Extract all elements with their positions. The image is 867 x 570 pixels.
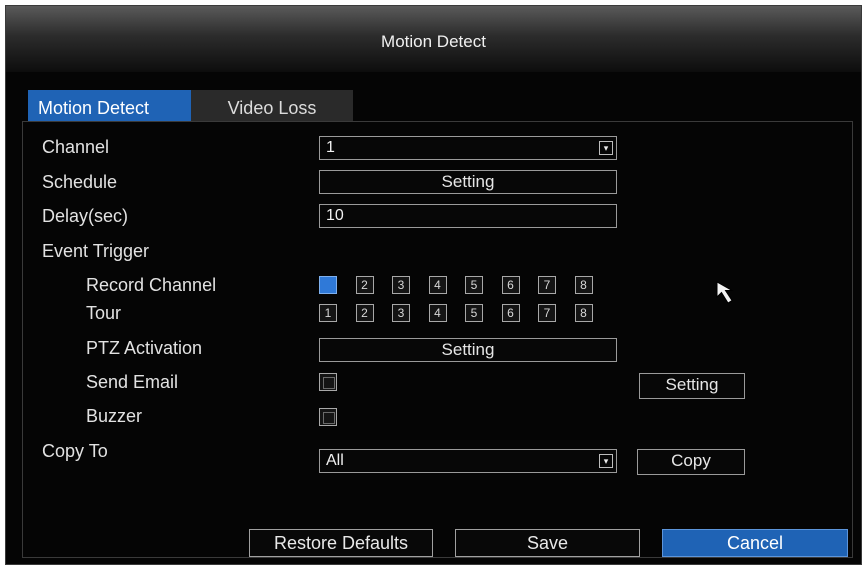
- ptz-activation-label: PTZ Activation: [86, 338, 203, 358]
- record-channel-checkbox-6[interactable]: 6: [501, 276, 520, 294]
- record-channel-label: Record Channel: [86, 275, 217, 295]
- tour-checkbox-1[interactable]: 1: [319, 304, 337, 322]
- schedule-label: Schedule: [42, 172, 118, 192]
- buzzer-label: Buzzer: [86, 406, 143, 426]
- cancel-button[interactable]: Cancel: [662, 529, 848, 557]
- dialog-title: Motion Detect: [381, 32, 486, 51]
- copy-to-label: Copy To: [42, 441, 108, 461]
- delay-input[interactable]: 10: [319, 204, 617, 228]
- record-channel-checkbox-7[interactable]: 7: [538, 276, 556, 294]
- email-setting-button[interactable]: Setting: [639, 373, 745, 399]
- schedule-setting-button[interactable]: Setting: [319, 170, 617, 194]
- restore-defaults-button[interactable]: Restore Defaults: [249, 529, 433, 557]
- save-button[interactable]: Save: [455, 529, 640, 557]
- tour-checkbox-5[interactable]: 5: [465, 304, 483, 322]
- buzzer-checkbox[interactable]: [319, 408, 337, 426]
- tour-checkbox-8[interactable]: 8: [574, 304, 593, 322]
- ptz-setting-button[interactable]: Setting: [319, 338, 617, 362]
- send-email-checkbox[interactable]: [319, 373, 337, 391]
- tour-checkbox-7[interactable]: 7: [538, 304, 556, 322]
- copy-to-value: All: [326, 452, 344, 469]
- record-channel-checkbox-4[interactable]: 4: [428, 276, 447, 294]
- record-channel-checkbox-8[interactable]: 8: [574, 276, 593, 294]
- channel-select[interactable]: 1 ▾: [319, 136, 617, 160]
- tour-checkbox-4[interactable]: 4: [428, 304, 447, 322]
- channel-label: Channel: [42, 137, 110, 157]
- record-channel-checkbox-3[interactable]: 3: [392, 276, 410, 294]
- mouse-pointer-icon: [716, 281, 734, 304]
- record-channel-checkbox-1[interactable]: 1: [319, 276, 337, 294]
- record-channel-checkbox-2[interactable]: 2: [355, 276, 374, 294]
- title-bar: Motion Detect: [6, 6, 861, 72]
- channel-value: 1: [326, 139, 335, 156]
- send-email-label: Send Email: [86, 372, 179, 392]
- tour-checkbox-2[interactable]: 2: [355, 304, 374, 322]
- dropdown-arrow-icon[interactable]: ▾: [599, 454, 613, 468]
- record-channel-checkbox-5[interactable]: 5: [465, 276, 483, 294]
- event-trigger-label: Event Trigger: [42, 241, 150, 261]
- tour-label: Tour: [86, 303, 122, 323]
- copy-to-select[interactable]: All ▾: [319, 449, 617, 473]
- tour-checkbox-3[interactable]: 3: [392, 304, 410, 322]
- tour-checkbox-6[interactable]: 6: [501, 304, 520, 322]
- dropdown-arrow-icon[interactable]: ▾: [599, 141, 613, 155]
- delay-label: Delay(sec): [42, 206, 129, 226]
- copy-button[interactable]: Copy: [637, 449, 745, 475]
